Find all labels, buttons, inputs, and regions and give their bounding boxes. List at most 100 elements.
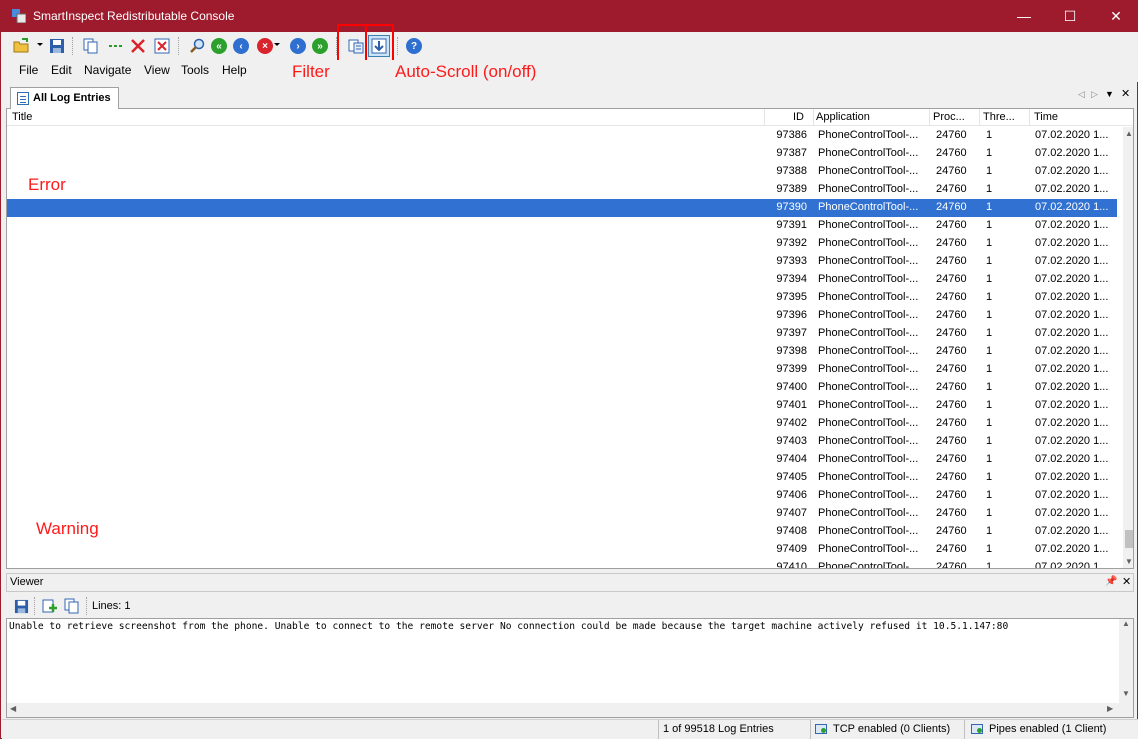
menu-edit[interactable]: Edit — [51, 63, 72, 77]
app-window: SmartInspect Redistributable Console — ☐… — [0, 0, 1138, 739]
table-row[interactable]: Enable web and reboot phone# 1 [SEPD824B… — [7, 325, 1117, 343]
toolbar-separator — [34, 597, 35, 615]
table-row[interactable]: ⬅>> Getting screenshot from '3' phones (… — [7, 253, 1117, 271]
toolbar-separator — [72, 37, 73, 55]
scroll-down-icon[interactable]: ▼ — [1123, 555, 1133, 568]
scroll-thumb[interactable] — [1125, 530, 1133, 548]
save-icon — [14, 599, 28, 613]
table-row[interactable]: ⬅AXL_Reduced_Factory.AXL_Reduced_Get => … — [7, 379, 1117, 397]
table-row[interactable]: mustDoHTTPsConnectionTest= False97403Pho… — [7, 433, 1117, 451]
table-row[interactable]: AXL_Reduced::Init() url=https://10.5.1.9… — [7, 559, 1117, 568]
viewer-add-button[interactable] — [39, 595, 61, 617]
close-button[interactable]: ✕ — [1093, 1, 1138, 32]
row-id: 97409 — [776, 543, 807, 555]
copy-button[interactable] — [80, 35, 102, 57]
scroll-right-icon[interactable]: ▶ — [1107, 704, 1113, 713]
table-row[interactable]: * SOAP -> https://10.5.1.90:8443/axl/974… — [7, 505, 1117, 523]
row-process: 24760 — [936, 165, 967, 177]
previous-error-button[interactable]: × — [254, 35, 276, 57]
table-row[interactable]: OperationMode=ConfigStatus97402PhoneCont… — [7, 415, 1117, 433]
column-header-id[interactable]: ID — [793, 111, 804, 123]
table-row[interactable]: ⬅Screenshot of SEPD824BDBBEC46 (2,022 ms… — [7, 217, 1117, 235]
column-divider[interactable] — [764, 109, 765, 126]
table-row[interactable]: No Screenshot for SEPD824BDBBEC46. Will … — [7, 235, 1117, 253]
table-row[interactable]: mustGetConfigStatus= True97404PhoneContr… — [7, 451, 1117, 469]
row-thread: 1 — [986, 327, 993, 339]
table-row[interactable]: −➡>> Enable web access on phones that fa… — [7, 307, 1117, 325]
menu-navigate[interactable]: Navigate — [84, 63, 131, 77]
table-row[interactable]: ×Unable to connect to the remote server9… — [7, 127, 1117, 145]
toolbar-separator — [178, 37, 179, 55]
find-button[interactable] — [186, 35, 208, 57]
row-application: PhoneControlTool-... — [818, 363, 919, 375]
table-row[interactable]: ➡AXL_Reduced_Factory.AXL_Reduced_Get(Con… — [7, 361, 1117, 379]
table-row[interactable]: at System.Net.HttpWebRequest.GetResponse… — [7, 145, 1117, 163]
row-application: PhoneControlTool-... — [818, 255, 919, 267]
column-header-application[interactable]: Application — [816, 111, 870, 123]
previous-entry-button[interactable]: ‹ — [230, 35, 252, 57]
scroll-up-icon[interactable]: ▲ — [1122, 619, 1130, 628]
scroll-left-icon[interactable]: ◀ — [10, 704, 16, 713]
row-process: 24760 — [936, 255, 967, 267]
table-row[interactable]: ×Unable to retrieve screenshot from the … — [7, 199, 1117, 217]
viewer-horizontal-scrollbar[interactable]: ◀ ▶ — [7, 703, 1133, 717]
scroll-down-icon[interactable]: ▼ — [1122, 689, 1130, 698]
table-row[interactable]: −➡Retrieving Phone config from SEPD824BD… — [7, 469, 1117, 487]
row-application: PhoneControlTool-... — [818, 165, 919, 177]
separator-line-button[interactable] — [105, 35, 127, 57]
tab-close-icon[interactable]: ✕ — [1121, 87, 1130, 100]
viewer-copy-button[interactable] — [61, 595, 83, 617]
tab-scroll-left-icon[interactable]: ◁ — [1078, 89, 1085, 100]
help-button[interactable]: ? — [403, 35, 425, 57]
viewer-close-icon[interactable]: ✕ — [1122, 575, 1131, 588]
tab-scroll-right-icon[interactable]: ▷ — [1091, 89, 1098, 100]
row-time: 07.02.2020 1... — [1035, 345, 1109, 357]
open-folder-button[interactable] — [11, 35, 33, 57]
column-header-title[interactable]: Title — [12, 111, 32, 123]
minimize-button[interactable]: — — [1001, 1, 1047, 32]
next-entry-button[interactable]: › — [287, 35, 309, 57]
row-application: PhoneControlTool-... — [818, 417, 919, 429]
viewer-text-area[interactable]: Unable to retrieve screenshot from the p… — [6, 618, 1134, 718]
menu-tools[interactable]: Tools — [181, 63, 209, 77]
clear-button[interactable] — [127, 35, 149, 57]
table-row[interactable]: −➡SimpleFuncs.GetSqlRows(totalLimit=-1, … — [7, 487, 1117, 505]
error-dropdown-arrow[interactable] — [274, 43, 280, 46]
table-row[interactable]: ** Msgbox (How to Continue?): The screen… — [7, 271, 1117, 289]
grid-vertical-scrollbar[interactable]: ▲ ▼ — [1123, 127, 1133, 568]
table-row[interactable]: Retrieving phone SEPD824BDBBEC46 (Cisco … — [7, 343, 1117, 361]
table-row[interactable]: ⬅PhonePush::RequestScreenshot_NotSliced … — [7, 181, 1117, 199]
table-row[interactable]: attempting: RequestScreenshot(SEPD824BDB… — [7, 163, 1117, 181]
menu-file[interactable]: File — [19, 63, 38, 77]
table-row[interactable]: −➡SimpleFuncs.Phone_GetConfigurationStat… — [7, 397, 1117, 415]
menu-view[interactable]: View — [144, 63, 170, 77]
tab-all-log-entries[interactable]: All Log Entries — [10, 87, 119, 110]
column-divider[interactable] — [1029, 109, 1030, 126]
column-divider[interactable] — [813, 109, 814, 126]
pin-icon[interactable]: 📌 — [1105, 576, 1117, 587]
row-id: 97395 — [776, 291, 807, 303]
table-row[interactable]: MyMsgBox:: answer=Yes97395PhoneControlTo… — [7, 289, 1117, 307]
tab-list-dropdown-icon[interactable]: ▼ — [1105, 89, 1114, 99]
save-button[interactable] — [46, 35, 68, 57]
open-dropdown-arrow[interactable] — [37, 43, 43, 46]
row-time: 07.02.2020 1... — [1035, 165, 1109, 177]
clear-all-button[interactable] — [151, 35, 173, 57]
column-divider[interactable] — [929, 109, 930, 126]
first-entry-button[interactable]: « — [208, 35, 230, 57]
menu-help[interactable]: Help — [222, 63, 247, 77]
column-header-process[interactable]: Proc... — [933, 111, 965, 123]
last-entry-button[interactable]: » — [309, 35, 331, 57]
column-header-thread[interactable]: Thre... — [983, 111, 1015, 123]
maximize-button[interactable]: ☐ — [1047, 1, 1093, 32]
row-application: PhoneControlTool-... — [818, 183, 919, 195]
column-header-time[interactable]: Time — [1034, 111, 1058, 123]
table-row[interactable]: −➡SimpleFuncs.Init()(Server.ip=10.5.1.90… — [7, 541, 1117, 559]
scroll-up-icon[interactable]: ▲ — [1123, 127, 1133, 141]
row-thread: 1 — [986, 399, 993, 411]
viewer-save-button[interactable] — [10, 595, 32, 617]
column-divider[interactable] — [979, 109, 980, 126]
row-process: 24760 — [936, 183, 967, 195]
table-row[interactable]: !Could not create SSL/TLS secure channel… — [7, 523, 1117, 541]
viewer-vertical-scrollbar[interactable]: ▲ ▼ — [1119, 619, 1133, 703]
